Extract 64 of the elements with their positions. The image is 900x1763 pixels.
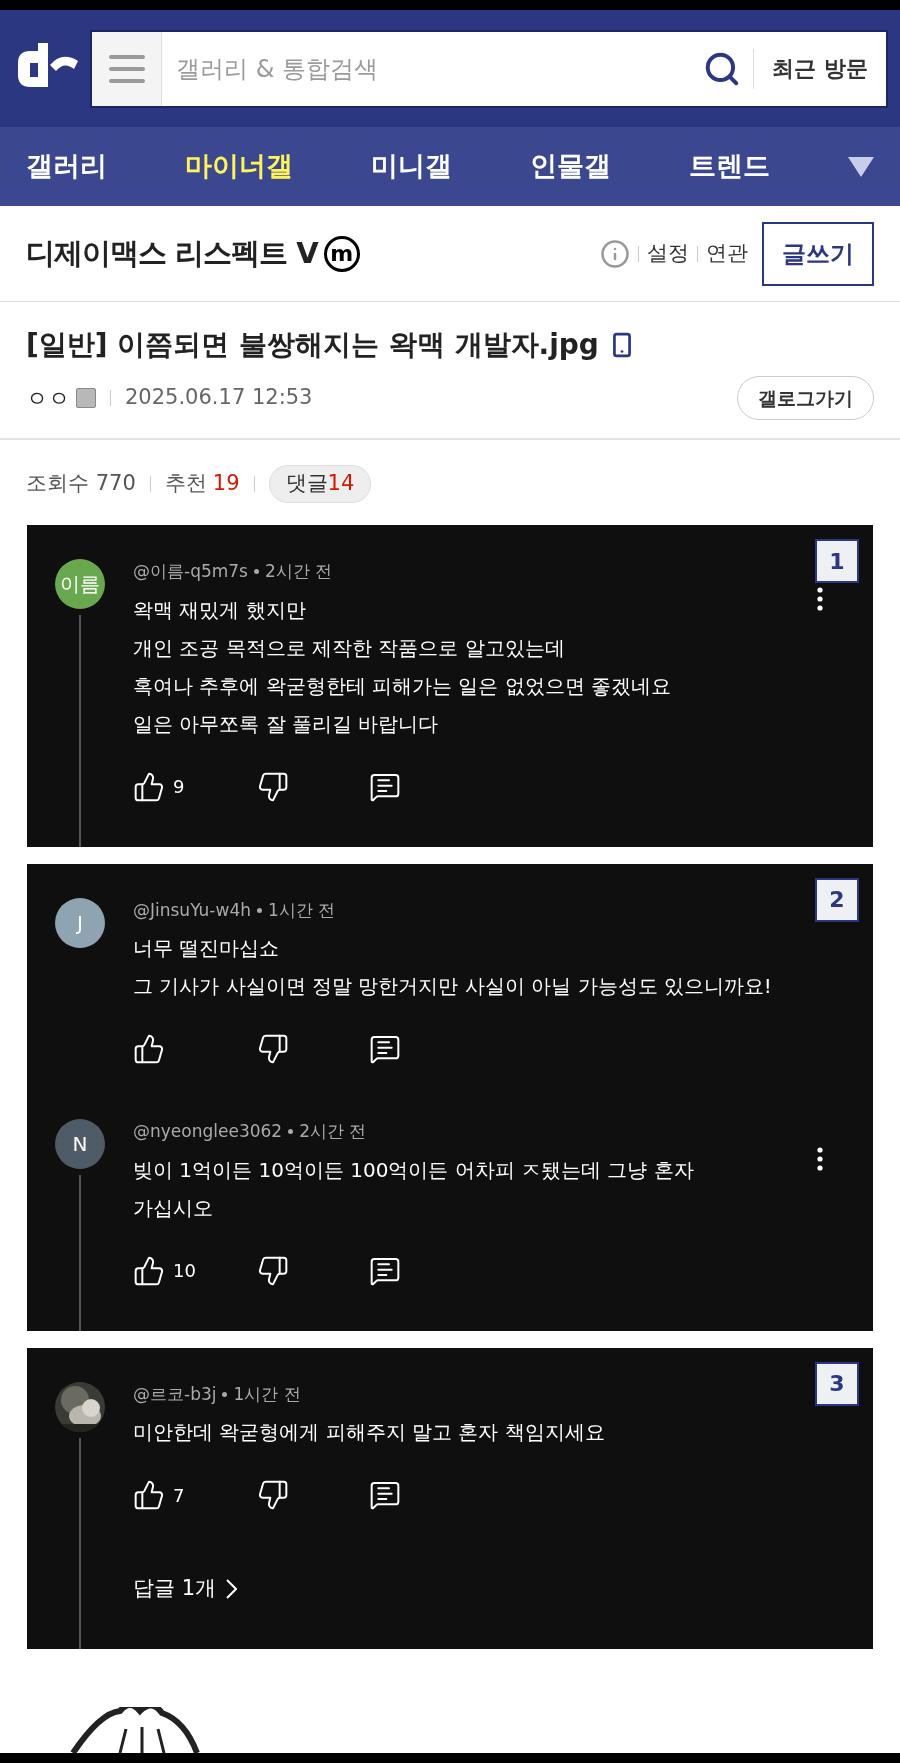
comment-time: 2시간 전 (265, 560, 333, 583)
reply-icon[interactable] (369, 1033, 401, 1065)
post-author[interactable]: ㅇㅇ (26, 381, 70, 415)
comment-time: 2시간 전 (299, 1120, 367, 1143)
thumbs-down-icon[interactable] (257, 1479, 289, 1511)
search-field[interactable]: 갤러리 & 통합검색 최근 방문 (90, 29, 888, 108)
like-count: 9 (173, 775, 185, 799)
nav-tab[interactable]: 갤러리 (26, 146, 107, 187)
view-count: 조회수 770 (26, 470, 136, 498)
fixed-nick-icon (76, 388, 96, 408)
avatar: N (55, 1119, 105, 1169)
comment-text: 너무 떨진마십쇼 (133, 935, 280, 962)
comment-text: 미안한데 왁굳형에게 피해주지 말고 혼자 책임지세요 (133, 1419, 605, 1446)
comment-text: 가십시오 (133, 1194, 213, 1222)
image-number-badge: 2 (815, 877, 859, 922)
reply-icon[interactable] (369, 1479, 401, 1511)
thumbs-down-icon[interactable] (257, 1254, 289, 1287)
minor-gallery-mark: m (323, 235, 360, 272)
comment-text: 일은 아무쪼록 잘 풀리길 바랍니다 (133, 710, 439, 738)
comment-author[interactable]: @르코-b3j (133, 1381, 217, 1407)
chevron-right-icon (226, 1579, 238, 1599)
like-count: 7 (173, 1483, 185, 1508)
gallery-link[interactable]: 연관 (706, 237, 748, 270)
more-icon[interactable] (817, 587, 823, 611)
replies-link[interactable]: 답글 1개 (133, 1573, 217, 1605)
post-date: 2025.06.17 12:53 (125, 384, 313, 412)
comment-author[interactable]: @nyeonglee3062 (133, 1119, 283, 1145)
thumbs-up-icon[interactable] (133, 770, 165, 803)
menu-button[interactable] (92, 31, 162, 106)
gallery-title: 디제이맥스 리스펙트 V (26, 234, 318, 272)
thumbs-up-icon[interactable] (133, 1033, 165, 1065)
thumbs-down-icon[interactable] (257, 770, 289, 803)
recent-visits-button[interactable]: 최근 방문 (754, 31, 886, 106)
nav-tab[interactable]: 인물갤 (530, 146, 611, 187)
thumbs-up-icon[interactable] (133, 1254, 165, 1287)
recommend-count: 19 (212, 470, 240, 498)
menu-icon (108, 54, 145, 83)
avatar: J (55, 897, 105, 948)
nav-tab[interactable]: 트렌드 (689, 146, 770, 187)
info-icon[interactable] (600, 238, 630, 269)
image-number-badge: 1 (815, 539, 859, 583)
thumbs-up-icon[interactable] (133, 1479, 165, 1511)
comment-text: 개인 조공 목적으로 제작한 작품으로 알고있는데 (133, 634, 565, 662)
image-number-badge: 3 (815, 1361, 859, 1406)
comment-text: 왁맥 재밌게 했지만 (133, 596, 306, 624)
nav-tab[interactable]: 마이너갤 (185, 146, 293, 187)
comment-author[interactable]: @이름-q5m7s (133, 559, 248, 585)
comments-button[interactable]: 댓글14 (268, 465, 372, 503)
comment-text: 혹여나 추후에 왁굳형한테 피해가는 일은 없었으면 좋겠네요 (133, 672, 672, 700)
comment-text: 빚이 1억이든 10억이든 100억이든 어차피 ㅈ됐는데 그냥 혼자 (133, 1156, 694, 1184)
post-title: [일반] 이쯤되면 불쌍해지는 왁맥 개발자.jpg (26, 327, 599, 363)
avatar: 이름 (55, 559, 105, 609)
thumbs-down-icon[interactable] (257, 1033, 289, 1065)
recommend-label: 추천 (164, 470, 207, 498)
nav-tab[interactable]: 미니갤 (371, 146, 452, 187)
dropdown-icon[interactable] (848, 156, 874, 177)
write-button[interactable]: 글쓰기 (762, 221, 874, 286)
like-count: 10 (173, 1259, 196, 1283)
comment-time: 1시간 전 (268, 898, 336, 922)
more-icon[interactable] (817, 1147, 823, 1171)
comment-text: 그 기사가 사실이면 정말 망한거지만 사실이 아닐 가능성도 있으니까요! (133, 973, 772, 1000)
comment-time: 1시간 전 (233, 1382, 301, 1406)
comment-author[interactable]: @JinsuYu-w4h (133, 897, 251, 923)
gallery-link[interactable]: 설정 (647, 237, 689, 270)
